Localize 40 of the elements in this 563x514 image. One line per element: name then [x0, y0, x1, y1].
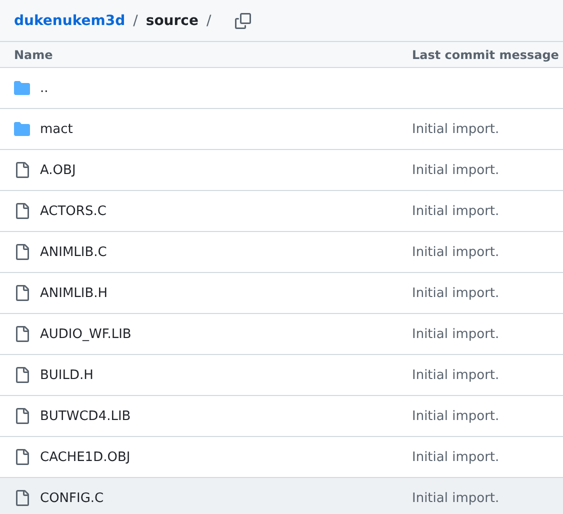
commit-message[interactable]: Initial import.: [412, 490, 563, 506]
file-name[interactable]: BUTWCD4.LIB: [40, 408, 412, 424]
file-icon: [14, 449, 30, 465]
copy-icon[interactable]: [235, 12, 252, 28]
file-icon: [14, 367, 30, 383]
commit-message[interactable]: Initial import.: [412, 244, 563, 260]
folder-icon: [14, 80, 30, 96]
column-header: Last commit message: [412, 48, 560, 62]
file-icon: [14, 285, 30, 301]
column-header: Name: [13, 48, 54, 62]
file-name[interactable]: ..: [40, 80, 563, 96]
file-name[interactable]: A.OBJ: [40, 162, 412, 178]
repo-link[interactable]: dukenukem3d: [14, 12, 126, 28]
file-icon: [14, 244, 30, 260]
file-name[interactable]: AUDIO_WF.LIB: [40, 326, 412, 342]
path-separator: /: [206, 12, 212, 28]
commit-message[interactable]: Initial import.: [412, 286, 563, 300]
commit-message[interactable]: Initial import.: [412, 450, 563, 464]
file-row[interactable]: CONFIG.C Initial import.: [0, 478, 563, 514]
commit-message[interactable]: Initial import.: [412, 368, 563, 382]
file-icon: [14, 162, 30, 178]
commit-message[interactable]: Initial import.: [412, 408, 563, 424]
commit-message[interactable]: Initial import.: [412, 162, 563, 178]
file-name[interactable]: mact: [40, 122, 412, 136]
file-name[interactable]: BUILD.H: [40, 368, 412, 382]
file-name[interactable]: ANIMLIB.C: [40, 244, 412, 260]
commit-message[interactable]: Initial import.: [412, 122, 563, 136]
file-name[interactable]: CACHE1D.OBJ: [40, 450, 412, 464]
path-separator: /: [133, 12, 138, 28]
file-icon: [14, 203, 30, 219]
file-icon: [14, 326, 30, 342]
file-icon: [14, 490, 30, 506]
file-icon: [14, 408, 30, 424]
file-name[interactable]: ACTORS.C: [40, 204, 412, 218]
folder-icon: [14, 121, 30, 137]
file-name[interactable]: ANIMLIB.H: [40, 286, 412, 300]
commit-message[interactable]: Initial import.: [412, 204, 563, 218]
file-name[interactable]: CONFIG.C: [40, 490, 412, 506]
folder-name: source: [146, 12, 198, 28]
commit-message[interactable]: Initial import.: [412, 326, 563, 342]
